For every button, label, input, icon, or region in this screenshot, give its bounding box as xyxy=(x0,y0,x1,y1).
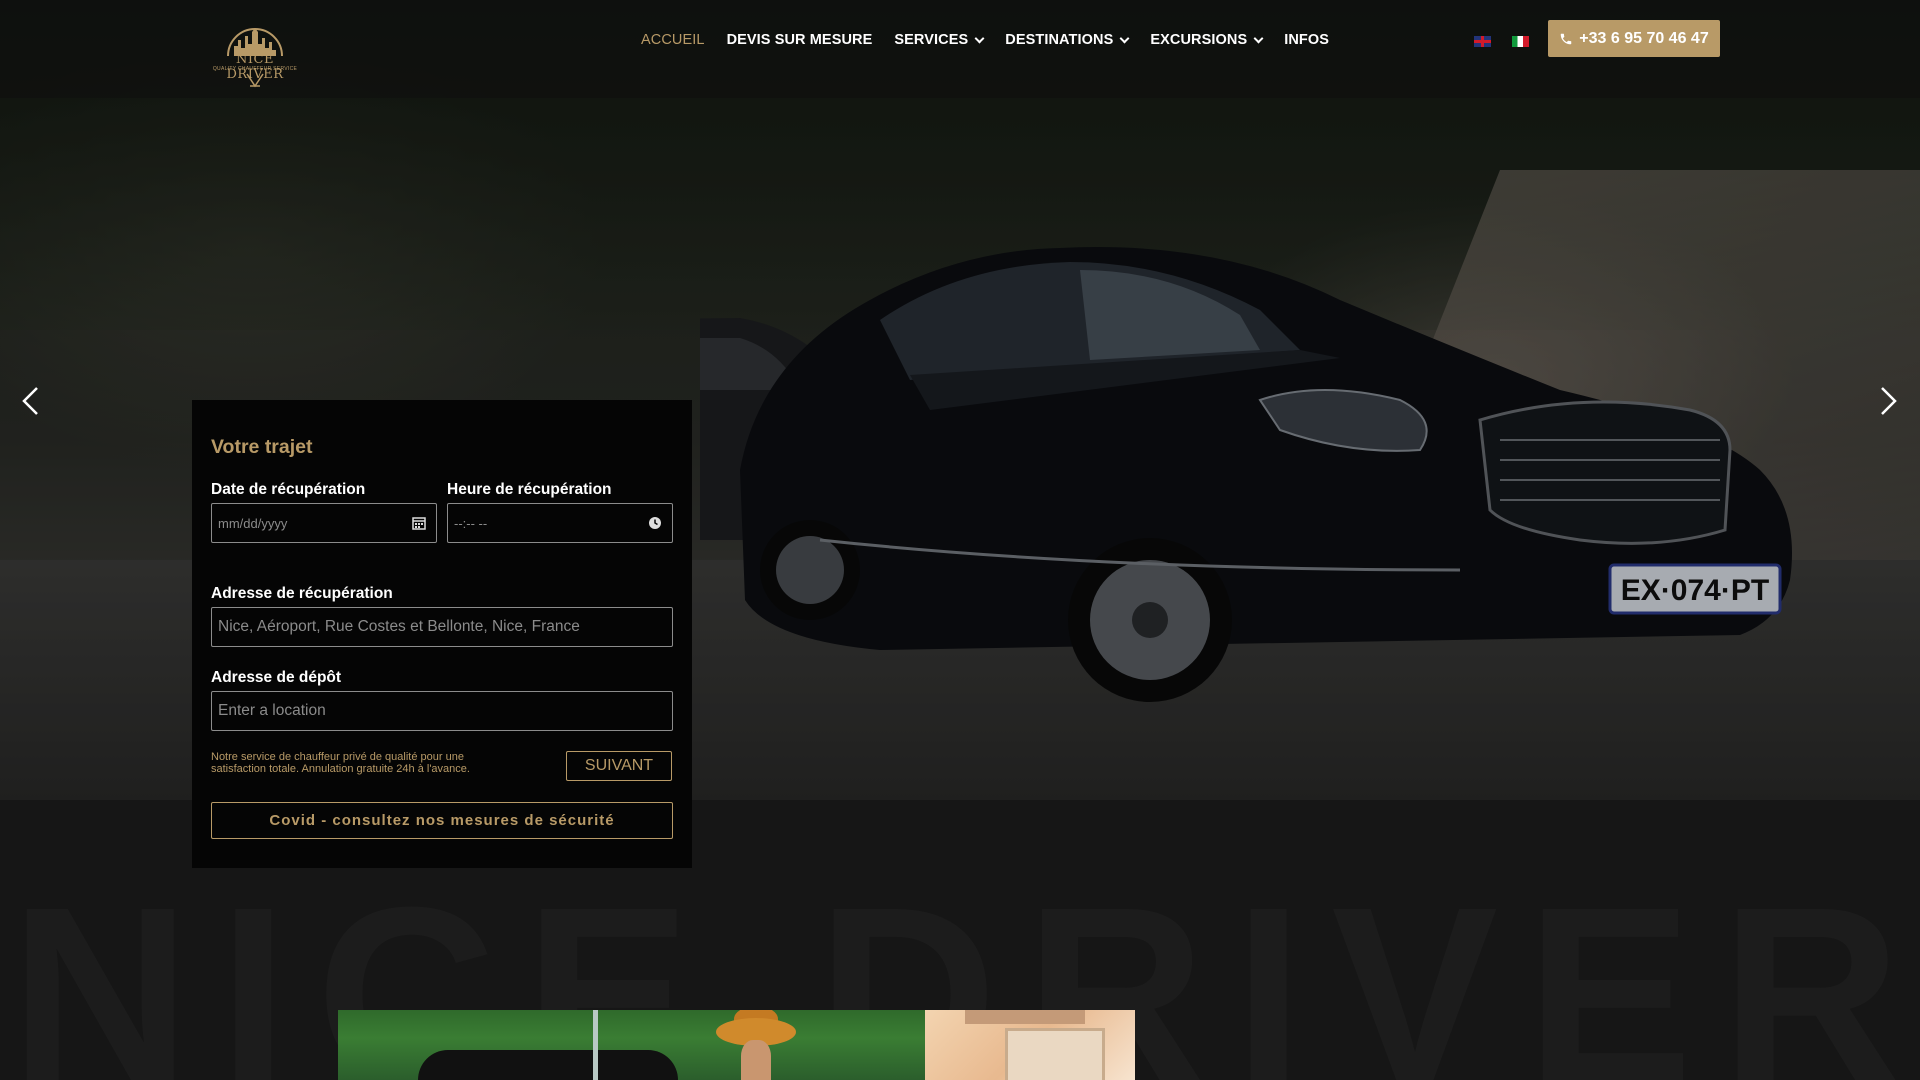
logo-wing-icon xyxy=(246,73,264,88)
villa-photo xyxy=(925,1010,1135,1080)
pickup-address-value: Nice, Aéroport, Rue Costes et Bellonte, … xyxy=(218,618,580,635)
chauffeur-photo xyxy=(338,1010,925,1080)
dropoff-address-placeholder: Enter a location xyxy=(218,702,326,719)
phone-number: +33 6 95 70 46 47 xyxy=(1579,29,1709,47)
english-flag-icon[interactable] xyxy=(1474,36,1491,47)
nav-item-label: ACCUEIL xyxy=(641,32,705,48)
nav-item-label: DEVIS SUR MESURE xyxy=(726,32,873,48)
phone-icon xyxy=(1561,33,1572,44)
nav-item-infos[interactable]: INFOS xyxy=(1284,32,1329,48)
nav-item-label: SERVICES xyxy=(894,32,969,48)
calendar-icon[interactable] xyxy=(412,516,426,530)
pickup-address-label: Adresse de récupération xyxy=(211,585,393,602)
chevron-down-icon xyxy=(974,33,985,43)
booking-title: Votre trajet xyxy=(211,436,313,458)
chevron-down-icon xyxy=(1119,33,1130,43)
pickup-time-label: Heure de récupération xyxy=(447,481,612,498)
site-header: NICE DRIVER QUALITY CHAUFFEUR SERVICE AC… xyxy=(0,0,1920,98)
nav-item-devis-sur-mesure[interactable]: DEVIS SUR MESURE xyxy=(727,32,873,48)
slider-next-arrow-icon[interactable] xyxy=(1877,386,1899,416)
nav-item-label: DESTINATIONS xyxy=(1005,32,1114,48)
nav-item-label: INFOS xyxy=(1284,32,1330,48)
clock-icon[interactable] xyxy=(648,516,662,530)
main-navigation: ACCUEIL DEVIS SUR MESURE SERVICES DESTIN… xyxy=(641,32,1351,48)
phone-call-button[interactable]: +33 6 95 70 46 47 xyxy=(1548,20,1720,57)
booking-note: Notre service de chauffeur privé de qual… xyxy=(211,751,470,775)
nav-item-label: EXCURSIONS xyxy=(1150,32,1248,48)
nice-driver-logo[interactable]: NICE DRIVER QUALITY CHAUFFEUR SERVICE xyxy=(210,22,300,88)
covid-info-button[interactable]: Covid - consultez nos mesures de sécurit… xyxy=(211,802,673,839)
pickup-date-label: Date de récupération xyxy=(211,481,366,498)
pickup-time-placeholder: --:-- -- xyxy=(454,515,488,531)
nav-item-services[interactable]: SERVICES xyxy=(894,32,985,48)
nav-item-excursions[interactable]: EXCURSIONS xyxy=(1150,32,1264,48)
pickup-date-placeholder: mm/dd/yyyy xyxy=(218,515,288,531)
booking-form-panel: Votre trajet Date de récupération mm/dd/… xyxy=(192,400,692,868)
dropoff-address-label: Adresse de dépôt xyxy=(211,669,342,686)
chevron-down-icon xyxy=(1253,33,1264,43)
pickup-address-input[interactable]: Nice, Aéroport, Rue Costes et Bellonte, … xyxy=(211,607,673,647)
italian-flag-icon[interactable] xyxy=(1512,36,1529,47)
nav-item-destinations[interactable]: DESTINATIONS xyxy=(1005,32,1130,48)
dropoff-address-input[interactable]: Enter a location xyxy=(211,691,673,731)
pickup-date-input[interactable]: mm/dd/yyyy xyxy=(211,503,437,543)
nav-item-accueil[interactable]: ACCUEIL xyxy=(641,32,705,48)
slider-prev-arrow-icon[interactable] xyxy=(20,386,42,416)
next-button[interactable]: SUIVANT xyxy=(566,751,672,781)
pickup-time-input[interactable]: --:-- -- xyxy=(447,503,673,543)
